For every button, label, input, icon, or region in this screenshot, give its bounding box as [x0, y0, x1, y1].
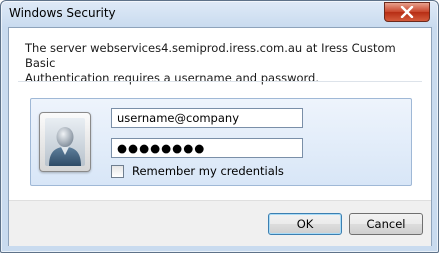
security-dialog: Windows Security The server webservices4… [0, 0, 439, 253]
dialog-body: The server webservices4.semiprod.iress.c… [8, 27, 432, 246]
close-icon [400, 6, 414, 18]
auth-message-line2: Authentication requires a username and p… [25, 71, 320, 85]
ok-button[interactable]: OK [268, 213, 342, 235]
password-field[interactable] [111, 138, 303, 158]
remember-label[interactable]: Remember my credentials [132, 164, 284, 178]
close-button[interactable] [384, 2, 430, 22]
divider [18, 81, 422, 82]
credential-tile: Remember my credentials [30, 98, 412, 186]
username-field[interactable] [111, 108, 303, 128]
title-bar[interactable]: Windows Security [1, 1, 438, 27]
remember-checkbox[interactable] [111, 165, 124, 178]
avatar [39, 112, 91, 172]
cancel-button[interactable]: Cancel [349, 213, 423, 235]
button-bar: OK Cancel [9, 200, 431, 246]
auth-message: The server webservices4.semiprod.iress.c… [25, 41, 405, 86]
window-title: Windows Security [9, 6, 116, 20]
auth-message-line1: The server webservices4.semiprod.iress.c… [25, 41, 396, 70]
user-avatar-icon [45, 118, 85, 166]
